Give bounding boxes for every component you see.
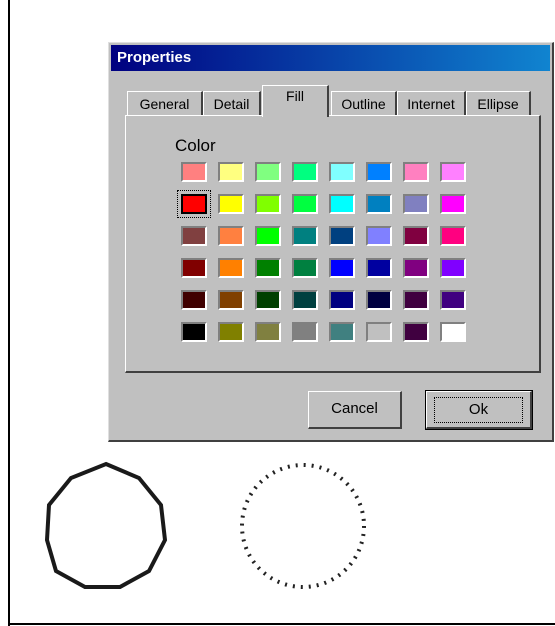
- color-swatch[interactable]: [440, 226, 466, 246]
- color-swatch[interactable]: [218, 258, 244, 278]
- color-swatch[interactable]: [255, 162, 281, 182]
- color-swatch[interactable]: [255, 226, 281, 246]
- color-swatch[interactable]: [403, 258, 429, 278]
- ok-button-label: Ok: [433, 397, 524, 423]
- color-swatch[interactable]: [329, 322, 355, 342]
- color-swatch[interactable]: [440, 194, 466, 214]
- tab-ellipse[interactable]: Ellipse: [466, 91, 531, 115]
- color-swatch[interactable]: [329, 226, 355, 246]
- color-swatch[interactable]: [292, 226, 318, 246]
- color-swatch[interactable]: [366, 258, 392, 278]
- color-swatch[interactable]: [440, 162, 466, 182]
- color-swatch[interactable]: [218, 226, 244, 246]
- color-swatch[interactable]: [403, 290, 429, 310]
- tab-fill[interactable]: Fill: [262, 85, 329, 117]
- color-swatch[interactable]: [255, 290, 281, 310]
- color-swatch[interactable]: [366, 226, 392, 246]
- properties-dialog: Properties General Detail Fill Outline I…: [108, 42, 554, 442]
- color-swatch[interactable]: [255, 258, 281, 278]
- color-swatch[interactable]: [329, 194, 355, 214]
- dotted-circle-shape[interactable]: [240, 463, 366, 589]
- color-swatch[interactable]: [255, 194, 281, 214]
- color-swatch[interactable]: [218, 322, 244, 342]
- tab-outline[interactable]: Outline: [331, 91, 397, 115]
- ok-button[interactable]: Ok: [425, 390, 533, 430]
- color-swatch[interactable]: [292, 194, 318, 214]
- color-swatch[interactable]: [255, 322, 281, 342]
- color-swatch[interactable]: [329, 162, 355, 182]
- color-swatch[interactable]: [403, 322, 429, 342]
- tab-general[interactable]: General: [127, 91, 203, 115]
- color-swatch[interactable]: [329, 290, 355, 310]
- color-swatch[interactable]: [218, 162, 244, 182]
- tab-detail[interactable]: Detail: [203, 91, 261, 115]
- color-swatch[interactable]: [292, 258, 318, 278]
- color-swatch[interactable]: [177, 190, 211, 218]
- color-swatch[interactable]: [403, 194, 429, 214]
- color-swatch[interactable]: [181, 322, 207, 342]
- cancel-button[interactable]: Cancel: [308, 391, 402, 429]
- color-label: Color: [175, 136, 216, 155]
- color-swatch[interactable]: [440, 322, 466, 342]
- color-swatch[interactable]: [292, 290, 318, 310]
- color-swatch[interactable]: [440, 258, 466, 278]
- color-swatch[interactable]: [181, 226, 207, 246]
- color-swatch[interactable]: [292, 162, 318, 182]
- color-swatch[interactable]: [292, 322, 318, 342]
- color-swatch[interactable]: [366, 194, 392, 214]
- color-swatch[interactable]: [181, 162, 207, 182]
- color-swatch[interactable]: [329, 258, 355, 278]
- color-swatch[interactable]: [181, 258, 207, 278]
- color-swatch[interactable]: [440, 290, 466, 310]
- tab-internet[interactable]: Internet: [397, 91, 466, 115]
- color-swatch[interactable]: [218, 194, 244, 214]
- color-swatch[interactable]: [366, 162, 392, 182]
- color-swatch[interactable]: [366, 290, 392, 310]
- dialog-title: Properties: [117, 49, 192, 66]
- color-swatch[interactable]: [218, 290, 244, 310]
- fill-tab-panel: Color: [125, 115, 541, 373]
- dialog-titlebar[interactable]: Properties: [111, 45, 550, 71]
- solid-polygon-shape[interactable]: [44, 461, 168, 589]
- color-swatch[interactable]: [403, 162, 429, 182]
- color-swatch[interactable]: [366, 322, 392, 342]
- color-swatch[interactable]: [181, 290, 207, 310]
- color-swatch[interactable]: [403, 226, 429, 246]
